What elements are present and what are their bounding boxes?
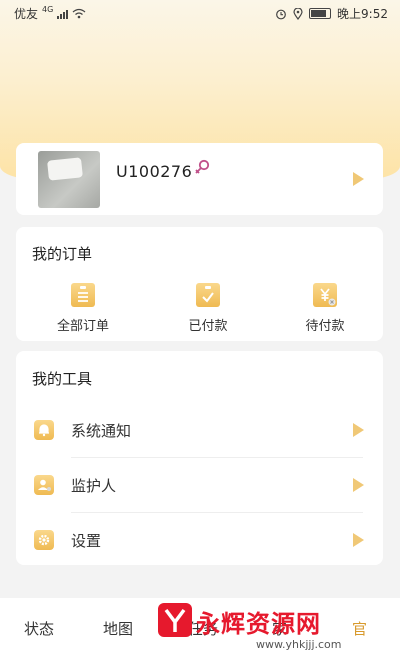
- bottom-tab-bar: 状态 地图 任务 家 官 永辉资源网 www.yhkjjj.com: [0, 598, 400, 666]
- order-paid-button[interactable]: 已付款: [163, 283, 253, 334]
- watermark-url: www.yhkjjj.com: [256, 638, 342, 651]
- tool-label-notifications: 系统通知: [71, 422, 132, 440]
- guardian-arrow-icon: [353, 478, 364, 492]
- settings-arrow-icon: [353, 533, 364, 547]
- tools-card: 我的工具 系统通知 监护人 设置: [16, 351, 383, 565]
- orders-title: 我的订单: [32, 245, 93, 263]
- order-pending-button[interactable]: 待付款: [280, 283, 370, 334]
- status-bar: 优友 4G 晚上9:52: [0, 0, 400, 26]
- orders-card: 我的订单 全部订单 已付款 待付款: [16, 227, 383, 341]
- order-pending-label: 待付款: [305, 319, 345, 334]
- avatar[interactable]: [38, 151, 100, 208]
- tool-row-notifications[interactable]: 系统通知: [16, 403, 383, 457]
- carrier-name: 优友: [14, 7, 39, 21]
- gear-icon: [34, 530, 54, 550]
- female-icon: [195, 159, 210, 174]
- profile-card[interactable]: U100276: [16, 143, 383, 215]
- profile-arrow-icon[interactable]: [353, 172, 364, 186]
- device-photo: [47, 157, 83, 181]
- tool-label-guardian: 监护人: [71, 477, 117, 495]
- order-all-button[interactable]: 全部订单: [38, 283, 128, 334]
- user-id: U100276: [116, 162, 193, 181]
- watermark-text: 永辉资源网: [196, 610, 321, 638]
- tab-map[interactable]: 地图: [103, 618, 133, 639]
- paid-clipboard-icon: [196, 283, 220, 307]
- tool-row-settings[interactable]: 设置: [16, 513, 383, 567]
- network-type: 4G: [42, 5, 54, 14]
- status-left: 优友 4G: [14, 5, 86, 22]
- notifications-arrow-icon: [353, 423, 364, 437]
- tab-mine[interactable]: 官: [352, 618, 367, 639]
- alarm-icon: [276, 9, 286, 19]
- location-icon: [293, 7, 303, 20]
- status-right: 晚上9:52: [275, 5, 388, 22]
- clock-time: 晚上9:52: [337, 7, 388, 21]
- watermark-logo: [158, 603, 192, 637]
- order-paid-label: 已付款: [188, 319, 228, 334]
- bell-icon: [34, 420, 54, 440]
- pending-payment-icon: [313, 283, 337, 307]
- tool-label-settings: 设置: [71, 532, 102, 550]
- order-list-icon: [71, 283, 95, 307]
- wifi-icon: [72, 8, 86, 19]
- tab-status[interactable]: 状态: [24, 618, 54, 639]
- signal-icon: [57, 9, 69, 19]
- guardian-icon: [34, 475, 54, 495]
- order-all-label: 全部订单: [56, 319, 109, 334]
- battery-icon: [309, 8, 332, 19]
- tool-row-guardian[interactable]: 监护人: [16, 458, 383, 512]
- tools-title: 我的工具: [32, 370, 93, 388]
